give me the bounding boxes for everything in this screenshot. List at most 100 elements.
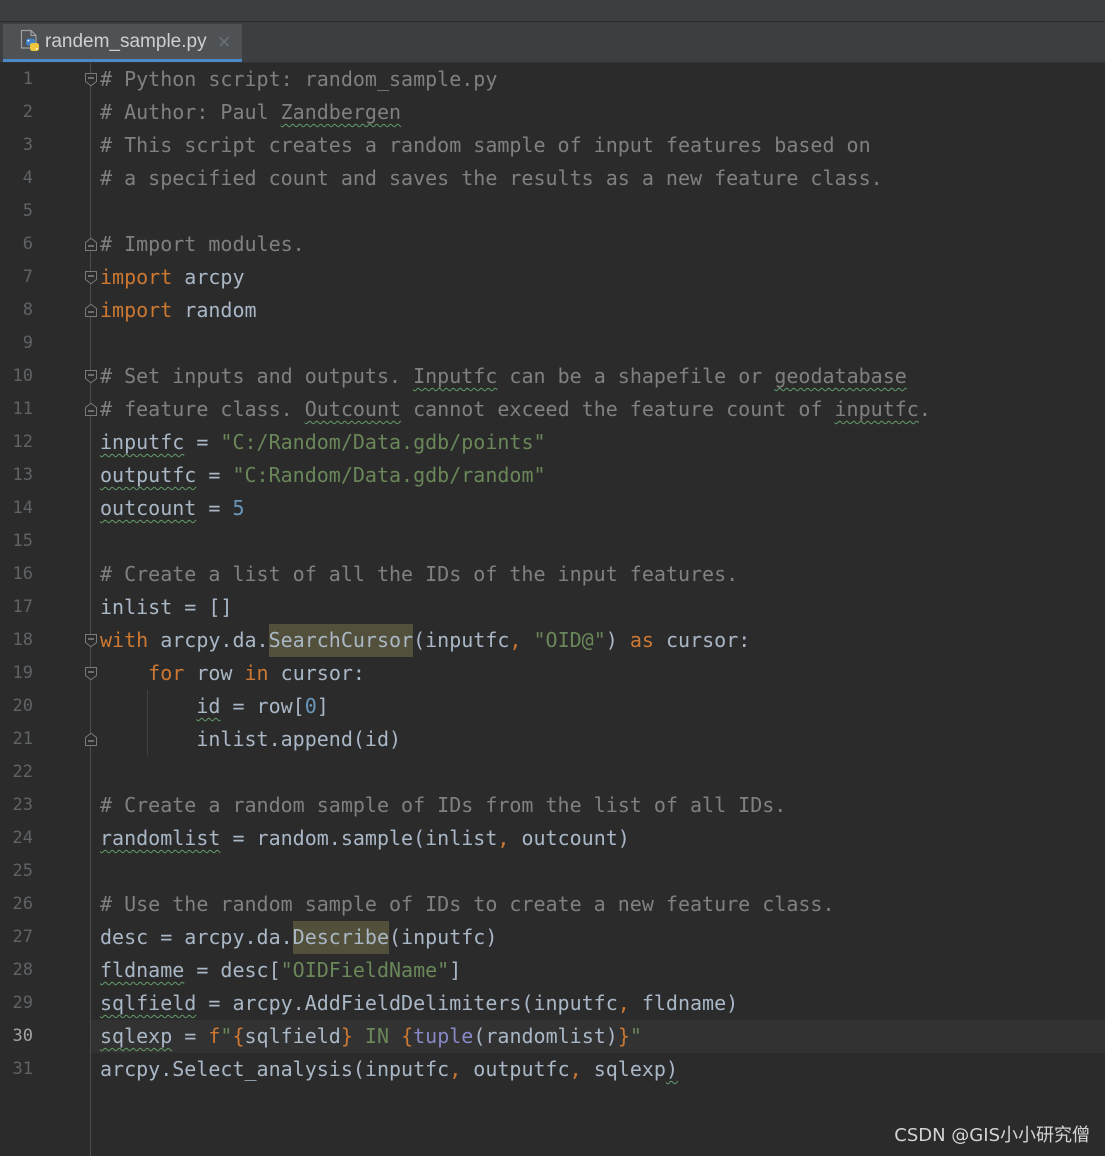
code-line[interactable]: # feature class. Outcount cannot exceed …: [100, 393, 931, 426]
code-line[interactable]: # Author: Paul Zandbergen: [100, 96, 401, 129]
code-line[interactable]: # This script creates a random sample of…: [100, 129, 871, 162]
text-token: id: [196, 694, 221, 718]
text-token: inlist.append(id): [100, 727, 402, 751]
code-line[interactable]: import arcpy: [100, 261, 245, 294]
line-number[interactable]: 15: [0, 525, 33, 558]
code-line[interactable]: outputfc = "C:Random/Data.gdb/random": [100, 459, 546, 492]
line-number[interactable]: 3: [0, 129, 33, 162]
code-line[interactable]: # Use the random sample of IDs to create…: [100, 888, 835, 921]
line-number[interactable]: 29: [0, 987, 33, 1020]
fold-start-icon[interactable]: [84, 270, 98, 285]
text-token: (inputfc): [388, 925, 498, 949]
comment-token: # Python script: random_sample.py: [100, 67, 498, 91]
code-line[interactable]: # Create a random sample of IDs from the…: [100, 789, 786, 822]
editor-tab-bar: randem_sample.py ×: [0, 22, 1105, 63]
code-line[interactable]: sqlfield = arcpy.AddFieldDelimiters(inpu…: [100, 987, 738, 1020]
code-line[interactable]: randomlist = random.sample(inlist, outco…: [100, 822, 630, 855]
line-number[interactable]: 24: [0, 822, 33, 855]
code-line[interactable]: inlist = []: [100, 591, 232, 624]
code-line[interactable]: fldname = desc["OIDFieldName"]: [100, 954, 461, 987]
fold-start-icon[interactable]: [84, 633, 98, 648]
string-token: "C:Random/Data.gdb/random": [232, 463, 546, 487]
code-line[interactable]: for row in cursor:: [100, 657, 365, 690]
line-number[interactable]: 27: [0, 921, 33, 954]
line-number[interactable]: 25: [0, 855, 33, 888]
code-line[interactable]: arcpy.Select_analysis(inputfc, outputfc,…: [100, 1053, 678, 1086]
text-token: = row[: [220, 694, 305, 718]
line-number[interactable]: 11: [0, 393, 33, 426]
code-line[interactable]: desc = arcpy.da.Describe(inputfc): [100, 921, 497, 954]
code-line[interactable]: with arcpy.da.SearchCursor(inputfc, "OID…: [100, 624, 750, 657]
line-number[interactable]: 10: [0, 360, 33, 393]
text-token: arcpy.Select_analysis(inputfc: [100, 1057, 450, 1081]
fold-start-icon[interactable]: [84, 369, 98, 384]
line-number[interactable]: 16: [0, 558, 33, 591]
line-number[interactable]: 21: [0, 723, 33, 756]
comment-token: .: [918, 397, 931, 421]
string-token: "OIDFieldName": [280, 958, 450, 982]
line-number[interactable]: 30: [0, 1020, 33, 1053]
code-line[interactable]: import random: [100, 294, 257, 327]
number-token: 5: [232, 496, 245, 520]
code-line[interactable]: # Import modules.: [100, 228, 305, 261]
window-top-strip: [0, 0, 1105, 22]
comment-token: inputfc: [834, 397, 919, 421]
line-number[interactable]: 19: [0, 657, 33, 690]
fold-end-icon[interactable]: [84, 732, 98, 747]
fold-end-icon[interactable]: [84, 303, 98, 318]
close-icon[interactable]: ×: [217, 31, 231, 53]
fold-start-icon[interactable]: [84, 72, 98, 87]
line-number[interactable]: 12: [0, 426, 33, 459]
line-number[interactable]: 20: [0, 690, 33, 723]
line-number[interactable]: 23: [0, 789, 33, 822]
code-line[interactable]: sqlexp = f"{sqlfield} IN {tuple(randomli…: [100, 1020, 642, 1053]
line-number[interactable]: 8: [0, 294, 33, 327]
line-number[interactable]: 26: [0, 888, 33, 921]
fbrace-token: {: [232, 1024, 245, 1048]
text-token: (inputfc: [413, 628, 510, 652]
code-line[interactable]: # Set inputs and outputs. Inputfc can be…: [100, 360, 907, 393]
code-line[interactable]: inlist.append(id): [100, 723, 401, 756]
line-number[interactable]: 5: [0, 195, 33, 228]
code-editor[interactable]: 1 2 3 4 5 6 7 8 9 10 11 12 13 14 15 16 17 18 19 20 21 22 23 24 2…: [0, 63, 1105, 1156]
text-token: =: [184, 430, 221, 454]
fbrace-token: }: [340, 1024, 353, 1048]
code-line[interactable]: inputfc = "C:/Random/Data.gdb/points": [100, 426, 546, 459]
fold-end-icon[interactable]: [84, 402, 98, 417]
fold-start-icon[interactable]: [84, 666, 98, 681]
gutter[interactable]: 1 2 3 4 5 6 7 8 9 10 11 12 13 14 15 16 17 18 19 20 21 22 23 24 2…: [0, 63, 90, 1156]
line-number[interactable]: 4: [0, 162, 33, 195]
line-number[interactable]: 18: [0, 624, 33, 657]
code-line[interactable]: outcount = 5: [100, 492, 245, 525]
fbrace-token: {: [401, 1024, 414, 1048]
comment-token: # Set inputs and outputs.: [100, 364, 414, 388]
line-number[interactable]: 13: [0, 459, 33, 492]
fold-end-icon[interactable]: [84, 237, 98, 252]
comment-token: # Create a random sample of IDs from the…: [100, 793, 787, 817]
line-number[interactable]: 14: [0, 492, 33, 525]
line-number[interactable]: 28: [0, 954, 33, 987]
text-token: = arcpy.AddFieldDelimiters(inputfc: [196, 991, 618, 1015]
text-token: arcpy: [172, 265, 245, 289]
code-line[interactable]: id = row[0]: [100, 690, 328, 723]
code-line[interactable]: # a specified count and saves the result…: [100, 162, 883, 195]
code-line[interactable]: # Create a list of all the IDs of the in…: [100, 558, 738, 591]
line-number[interactable]: 7: [0, 261, 33, 294]
line-number[interactable]: 31: [0, 1053, 33, 1086]
line-number[interactable]: 1: [0, 63, 33, 96]
comment-token: geodatabase: [774, 364, 907, 388]
code-line[interactable]: # Python script: random_sample.py: [100, 63, 497, 96]
line-number[interactable]: 9: [0, 327, 33, 360]
code-area[interactable]: # Python script: random_sample.py # Autho…: [100, 63, 1100, 1156]
fbrace-token: }: [617, 1024, 630, 1048]
editor-tab-active[interactable]: randem_sample.py ×: [3, 24, 242, 62]
line-number[interactable]: 6: [0, 228, 33, 261]
line-number[interactable]: 22: [0, 756, 33, 789]
punct-token: ,: [509, 628, 522, 652]
line-number[interactable]: 17: [0, 591, 33, 624]
text-token: ]: [449, 958, 462, 982]
line-number[interactable]: 2: [0, 96, 33, 129]
tab-label: randem_sample.py: [45, 31, 207, 52]
comment-token: # Import modules.: [100, 232, 305, 256]
